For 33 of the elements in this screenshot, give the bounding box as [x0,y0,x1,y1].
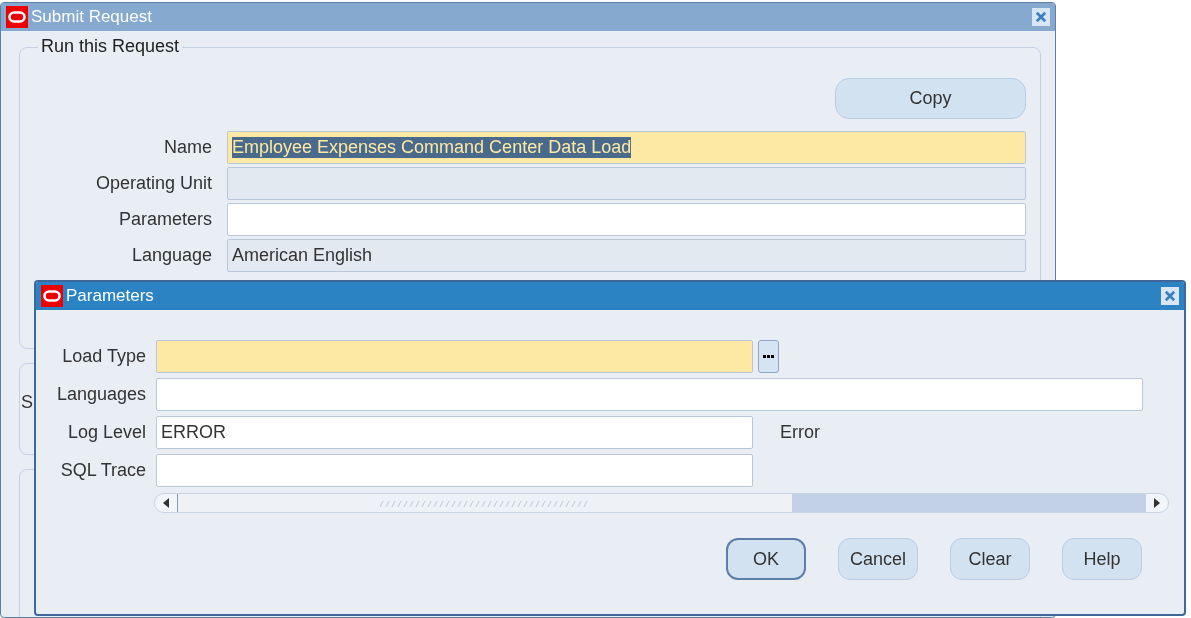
ellipsis-icon [763,354,774,359]
input-field[interactable] [227,167,1026,200]
field-description: Error [780,422,820,443]
input-field[interactable] [156,340,753,373]
field-label: Load Type [61,346,146,367]
group-title: Run this Request [38,36,183,57]
close-button[interactable] [1161,287,1179,305]
field-label: Log Level [66,422,146,443]
field-label: Languages [55,384,146,405]
field-label: S [21,392,33,413]
input-field[interactable] [227,203,1026,236]
input-field[interactable]: American English [227,239,1026,272]
app-logo-icon [6,6,28,28]
app-logo-icon [41,285,63,307]
horizontal-scrollbar[interactable] [154,493,1169,513]
dialog-button[interactable]: Clear [950,538,1030,580]
copy-button[interactable]: Copy [835,78,1026,119]
input-field[interactable]: ERROR [156,416,753,449]
input-field[interactable] [156,378,1143,411]
window-title: Submit Request [31,7,152,27]
dialog-button[interactable]: Cancel [838,538,918,580]
field-label: SQL Trace [59,460,146,481]
list-of-values-button[interactable] [758,340,779,373]
field-label: Parameters [117,209,212,230]
field-label: Operating Unit [94,173,212,194]
field-label: Language [130,245,212,266]
field-label: Name [163,137,212,158]
input-field[interactable] [156,454,753,487]
scroll-thumb[interactable] [177,494,792,512]
window-title: Parameters [66,286,154,306]
dialog-button[interactable]: OK [726,538,806,580]
dialog-button[interactable]: Help [1062,538,1142,580]
input-field[interactable]: Employee Expenses Command Center Data Load [227,131,1026,164]
